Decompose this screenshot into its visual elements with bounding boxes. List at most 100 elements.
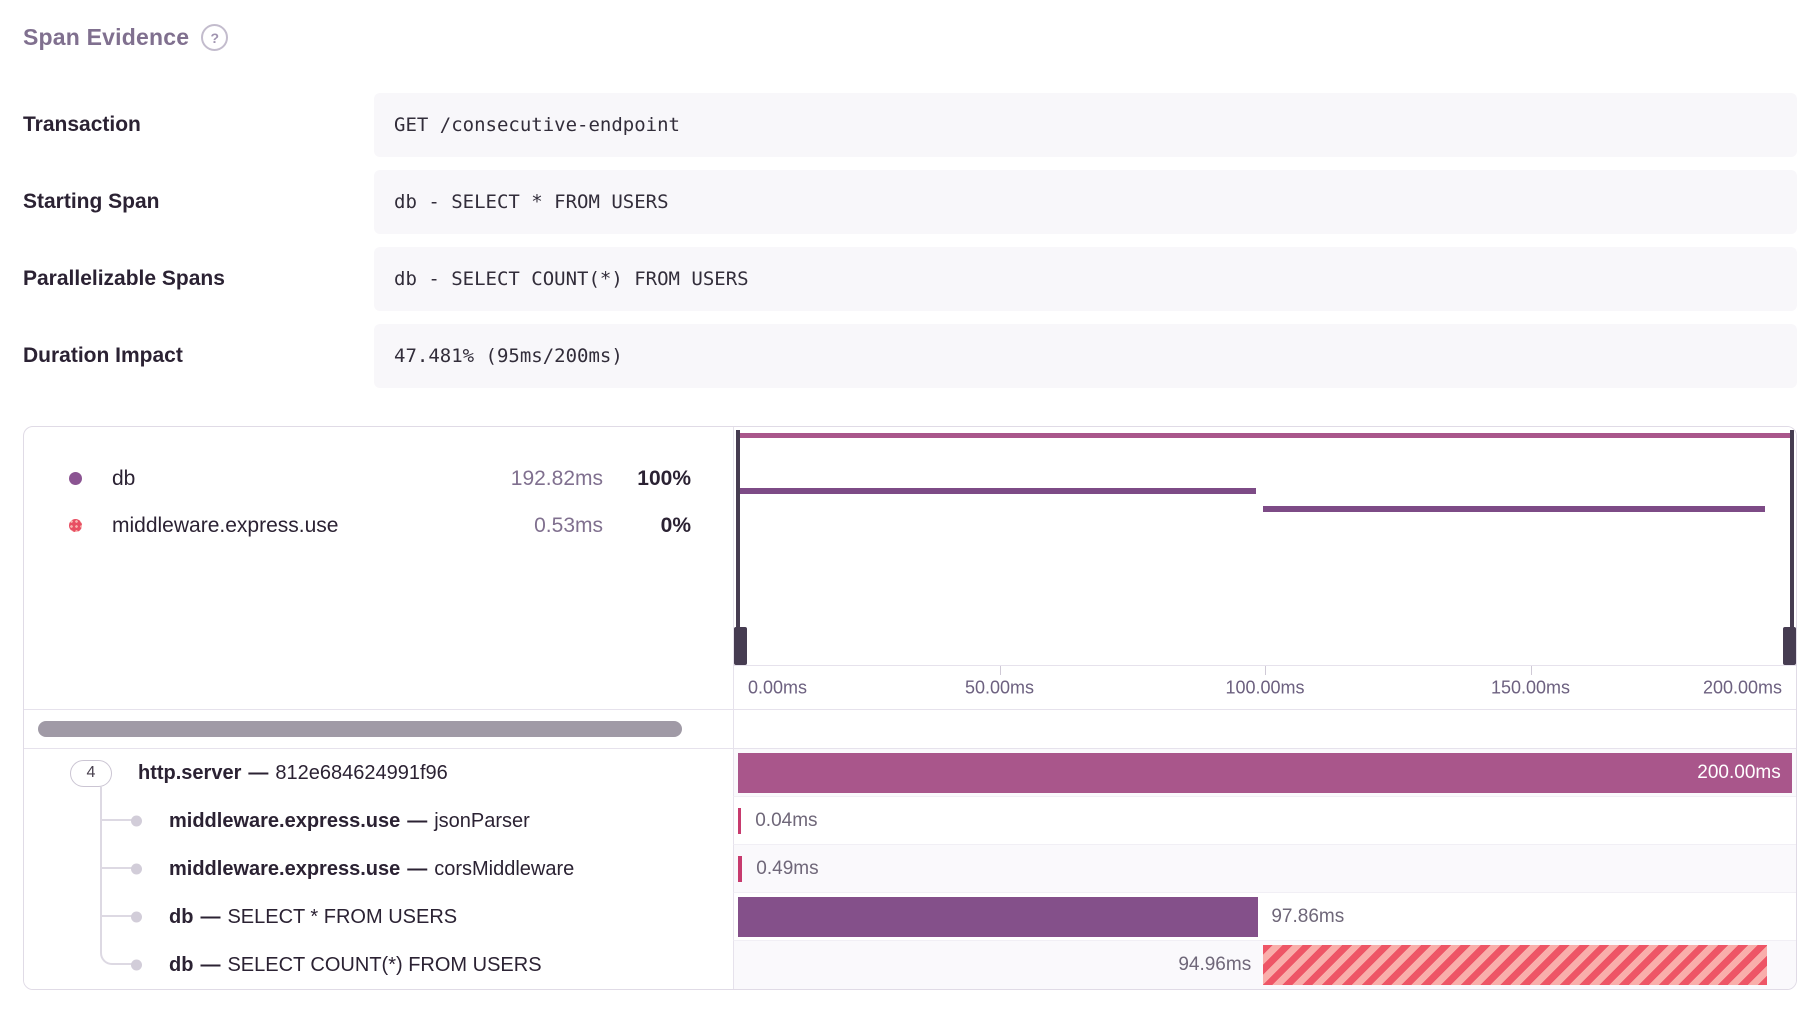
minimap[interactable]	[733, 427, 1796, 665]
legend-duration: 192.82ms	[483, 467, 603, 491]
span-row-bar-cell: 200.00ms	[733, 749, 1796, 797]
span-op: db	[169, 954, 193, 977]
span-row-name-cell: middleware.express.use — jsonParser	[24, 797, 733, 845]
span-row-name-cell: middleware.express.use — corsMiddleware	[24, 845, 733, 893]
tree-node-dot	[131, 864, 142, 875]
span-duration-label: 94.96ms	[1178, 954, 1251, 976]
axis-tick-label: 0.00ms	[748, 677, 807, 698]
axis-tick-label: 50.00ms	[965, 677, 1034, 698]
minimap-left-edge[interactable]	[736, 430, 740, 627]
span-bar	[738, 856, 742, 882]
row-value: GET /consecutive-endpoint	[374, 93, 1797, 157]
row-label: Parallelizable Spans	[23, 247, 374, 311]
span-bar-affected	[1263, 945, 1767, 985]
tree-connector	[100, 821, 102, 845]
tree-connector	[100, 940, 134, 965]
row-label: Transaction	[23, 93, 374, 157]
span-count-badge[interactable]: 4	[70, 760, 112, 787]
horizontal-scrollbar[interactable]	[24, 710, 733, 748]
tree-connector	[100, 869, 102, 893]
row-value: 47.481% (95ms/200ms)	[374, 324, 1797, 388]
help-icon[interactable]: ?	[201, 24, 228, 51]
tree-node-dot	[131, 960, 142, 971]
axis-tickmark	[1000, 666, 1001, 675]
evidence-row-duration-impact: Duration Impact 47.481% (95ms/200ms)	[23, 324, 1797, 388]
tree-node-dot	[131, 912, 142, 923]
scrollbar-right-spacer	[733, 710, 1796, 748]
legend-name: db	[112, 467, 483, 491]
axis-tick-label: 100.00ms	[1225, 677, 1304, 698]
evidence-row-starting-span: Starting Span db - SELECT * FROM USERS	[23, 170, 1797, 234]
span-op: middleware.express.use	[169, 810, 400, 833]
legend-percent: 100%	[603, 467, 691, 491]
time-axis-row: 0.00ms 50.00ms 100.00ms 150.00ms 200.00m…	[24, 665, 1796, 710]
row-label: Starting Span	[23, 170, 374, 234]
span-row-name-cell: db — SELECT * FROM USERS	[24, 893, 733, 941]
minimap-span-http-server	[738, 433, 1792, 438]
span-tree-row-jsonparser[interactable]: middleware.express.use — jsonParser 0.04…	[24, 797, 1796, 845]
row-label: Duration Impact	[23, 324, 374, 388]
section-header: Span Evidence ?	[23, 24, 1797, 51]
span-tree-row-corsmiddleware[interactable]: middleware.express.use — corsMiddleware …	[24, 845, 1796, 893]
span-tree-row-db-count[interactable]: db — SELECT COUNT(*) FROM USERS 94.96ms	[24, 941, 1796, 989]
span-row-bar-cell: 0.04ms	[733, 797, 1796, 845]
span-separator: —	[248, 762, 268, 785]
tree-node-dot	[131, 816, 142, 827]
span-description: jsonParser	[434, 810, 530, 833]
minimap-span-db-count	[1263, 506, 1765, 512]
span-op: db	[169, 906, 193, 929]
row-value: db - SELECT COUNT(*) FROM USERS	[374, 247, 1797, 311]
legend-db-dot	[69, 472, 82, 485]
legend-row-middleware: middleware.express.use 0.53ms 0%	[24, 502, 733, 549]
tree-connector	[100, 892, 134, 917]
span-row-bar-cell: 0.49ms	[733, 845, 1796, 893]
span-separator: —	[407, 810, 427, 833]
span-description: corsMiddleware	[434, 858, 574, 881]
minimap-right-edge[interactable]	[1790, 430, 1794, 627]
span-op: http.server	[138, 762, 241, 785]
legend-duration: 0.53ms	[483, 514, 603, 538]
tree-connector	[100, 796, 134, 821]
legend-percent: 0%	[603, 514, 691, 538]
evidence-row-parallelizable-spans: Parallelizable Spans db - SELECT COUNT(*…	[23, 247, 1797, 311]
span-duration-label: 97.86ms	[1271, 906, 1344, 928]
axis-left-spacer	[24, 665, 733, 709]
span-row-name-cell: db — SELECT COUNT(*) FROM USERS	[24, 941, 733, 989]
span-tree: 4 http.server — 812e684624991f96 200.00m…	[24, 749, 1796, 989]
minimap-right-grip[interactable]	[1783, 627, 1796, 665]
span-duration-label: 0.04ms	[755, 810, 817, 832]
span-separator: —	[200, 906, 220, 929]
scrollbar-thumb[interactable]	[38, 721, 682, 737]
span-duration-label: 200.00ms	[1697, 762, 1780, 784]
span-row-bar-cell: 97.86ms	[733, 893, 1796, 941]
axis-tickmark	[1265, 666, 1266, 675]
tree-connector	[100, 844, 134, 869]
minimap-left-grip[interactable]	[734, 627, 747, 665]
minimap-span-db-select	[740, 488, 1256, 494]
evidence-row-transaction: Transaction GET /consecutive-endpoint	[23, 93, 1797, 157]
legend: db 192.82ms 100% middleware.express.use …	[24, 427, 733, 665]
span-bar	[738, 897, 1257, 937]
span-separator: —	[200, 954, 220, 977]
span-tree-row-db-select[interactable]: db — SELECT * FROM USERS 97.86ms	[24, 893, 1796, 941]
span-row-bar-cell: 94.96ms	[733, 941, 1796, 989]
span-waterfall-panel: db 192.82ms 100% middleware.express.use …	[23, 426, 1797, 990]
tree-connector	[100, 917, 102, 941]
span-tree-row-http-server[interactable]: 4 http.server — 812e684624991f96 200.00m…	[24, 749, 1796, 797]
span-bar	[738, 808, 741, 834]
legend-middleware-dot	[69, 519, 82, 532]
span-description: 812e684624991f96	[275, 762, 447, 785]
span-op: middleware.express.use	[169, 858, 400, 881]
span-evidence-page: Span Evidence ? Transaction GET /consecu…	[0, 0, 1820, 990]
span-duration-label: 0.49ms	[756, 858, 818, 880]
page-title: Span Evidence	[23, 24, 189, 51]
span-description: SELECT COUNT(*) FROM USERS	[227, 954, 541, 977]
axis-tick-label: 200.00ms	[1703, 677, 1782, 698]
span-row-name-cell: 4 http.server — 812e684624991f96	[24, 749, 733, 797]
legend-row-db: db 192.82ms 100%	[24, 455, 733, 502]
span-separator: —	[407, 858, 427, 881]
waterfall-top-section: db 192.82ms 100% middleware.express.use …	[24, 427, 1796, 665]
legend-name: middleware.express.use	[112, 514, 483, 538]
span-description: SELECT * FROM USERS	[227, 906, 457, 929]
time-axis: 0.00ms 50.00ms 100.00ms 150.00ms 200.00m…	[733, 665, 1796, 709]
